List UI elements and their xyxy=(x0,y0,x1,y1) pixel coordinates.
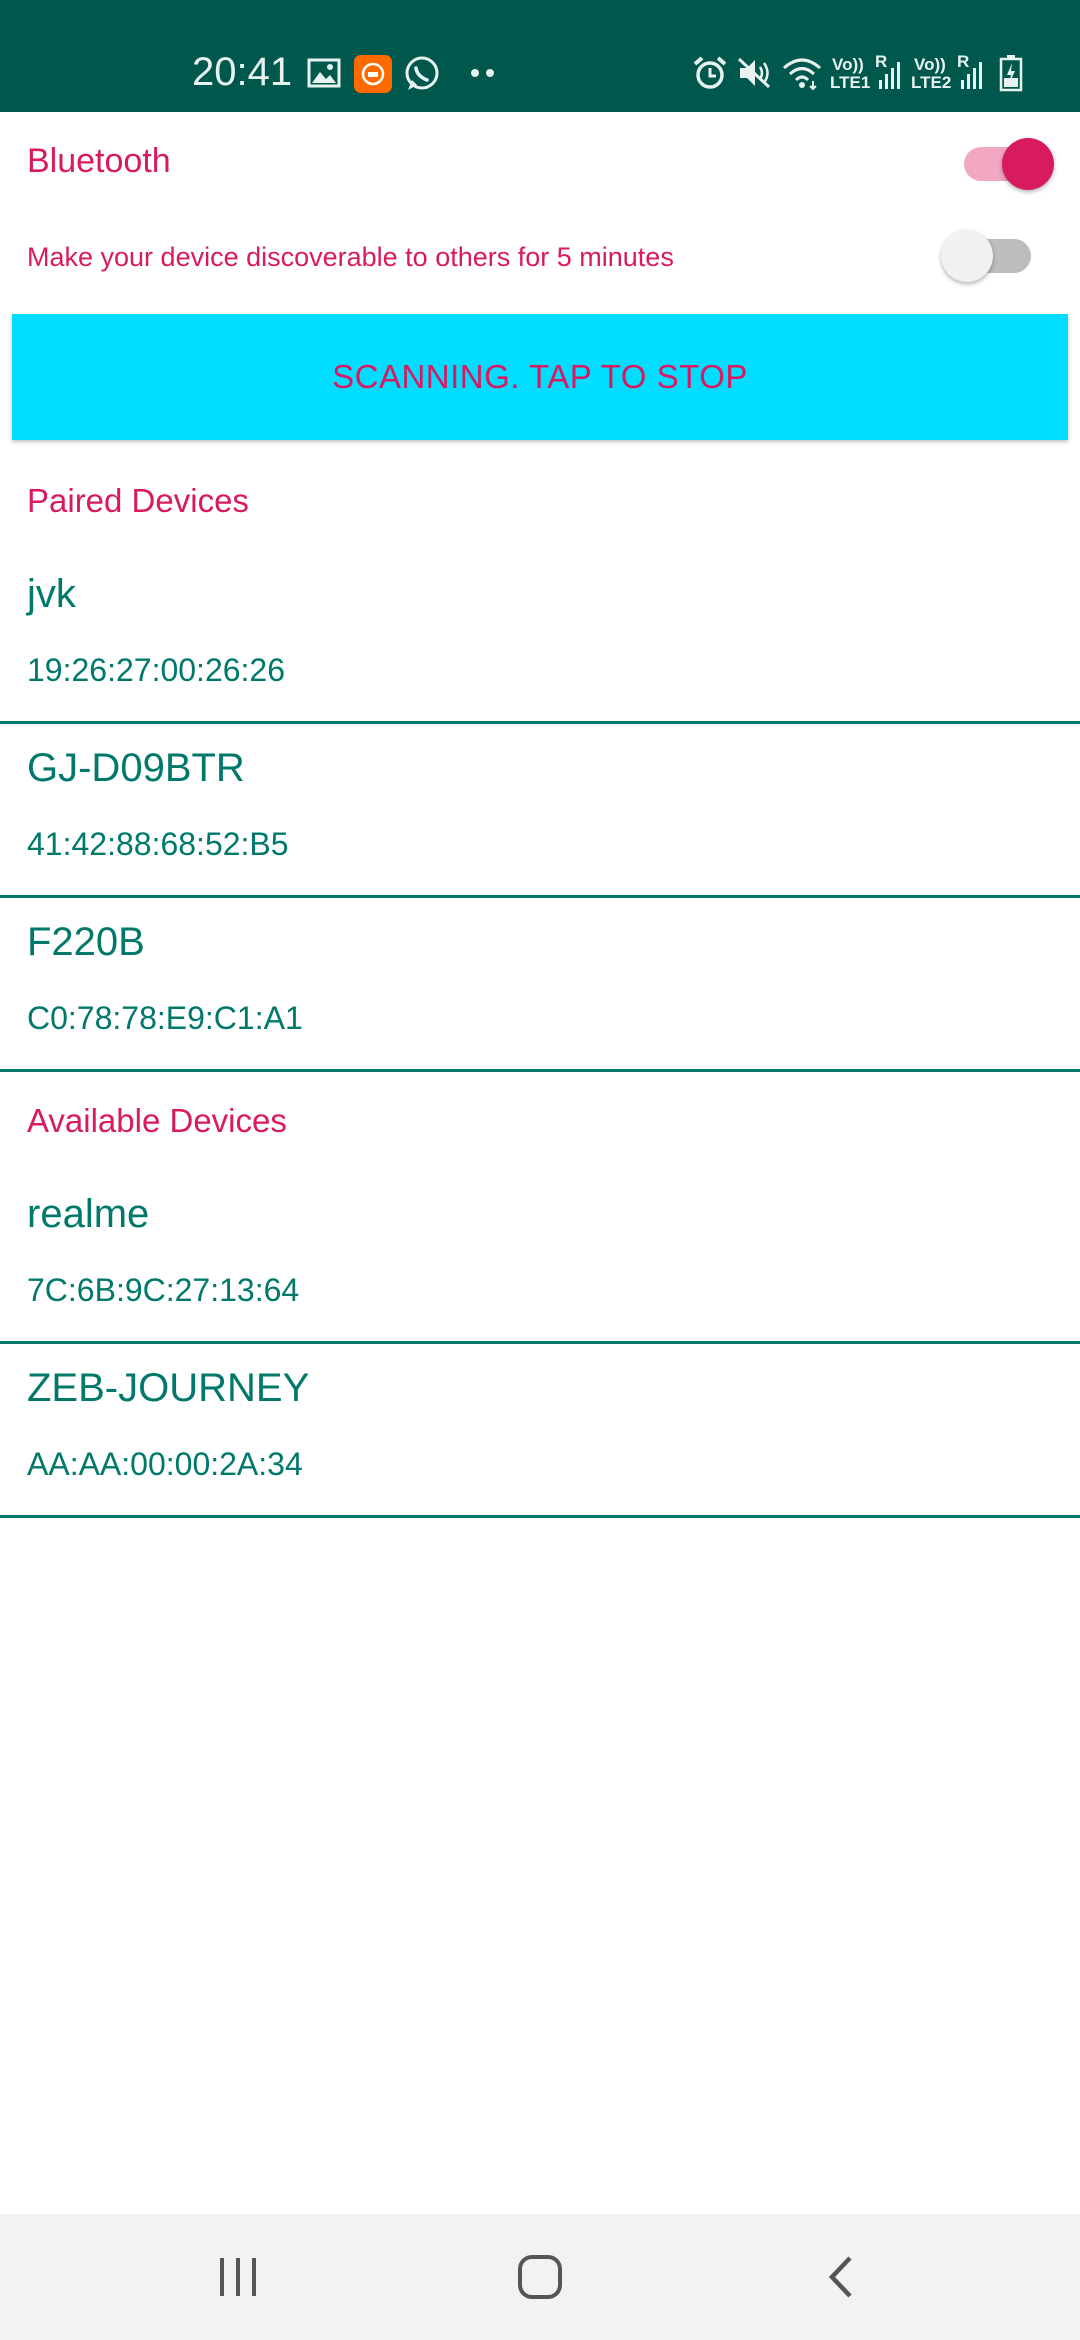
device-name: F220B xyxy=(27,920,145,964)
volte1-label: Vo)) xyxy=(832,55,864,74)
paired-device-item[interactable]: F220B C0:78:78:E9:C1:A1 xyxy=(0,898,1080,1072)
back-icon[interactable] xyxy=(812,2252,872,2302)
gallery-icon xyxy=(307,58,341,88)
device-address: C0:78:78:E9:C1:A1 xyxy=(27,1000,303,1036)
device-address: AA:AA:00:00:2A:34 xyxy=(27,1446,303,1482)
navigation-bar xyxy=(0,2214,1080,2340)
paired-devices-heading: Paired Devices xyxy=(27,482,249,519)
signal-icon xyxy=(879,62,900,89)
scan-button[interactable]: SCANNING. TAP TO STOP xyxy=(12,314,1068,440)
sim1-label: LTE1 xyxy=(830,73,871,92)
device-name: realme xyxy=(27,1192,150,1236)
status-time: 20:41 xyxy=(192,50,293,94)
status-bar: 20:41 Vo)) R LTE1 Vo)) R LTE2 xyxy=(0,0,1080,112)
available-device-item[interactable]: ZEB-JOURNEY AA:AA:00:00:2A:34 xyxy=(0,1344,1080,1518)
mute-icon xyxy=(737,57,771,89)
paired-device-item[interactable]: GJ-D09BTR 41:42:88:68:52:B5 xyxy=(0,724,1080,898)
battery-icon xyxy=(999,55,1023,92)
available-device-item[interactable]: realme 7C:6B:9C:27:13:64 xyxy=(0,1170,1080,1344)
scan-button-label: SCANNING. TAP TO STOP xyxy=(332,358,748,395)
sim2-label: LTE2 xyxy=(911,73,952,92)
recent-apps-icon[interactable] xyxy=(208,2252,268,2302)
device-name: GJ-D09BTR xyxy=(27,746,245,790)
toggle-knob xyxy=(941,230,993,282)
device-address: 19:26:27:00:26:26 xyxy=(27,652,286,688)
whatsapp-icon xyxy=(405,56,439,90)
device-address: 7C:6B:9C:27:13:64 xyxy=(27,1272,300,1308)
alarm-icon xyxy=(693,56,727,89)
device-name: ZEB-JOURNEY xyxy=(27,1366,310,1410)
discoverable-toggle[interactable] xyxy=(941,230,1031,282)
signal-icon xyxy=(961,62,982,89)
more-dots-icon xyxy=(471,69,494,77)
available-devices-heading: Available Devices xyxy=(27,1102,287,1139)
volte2-label: Vo)) xyxy=(914,55,946,74)
wifi-icon xyxy=(783,58,821,91)
device-address: 41:42:88:68:52:B5 xyxy=(27,826,289,862)
home-icon[interactable] xyxy=(510,2252,570,2302)
bluetooth-label: Bluetooth xyxy=(27,142,171,180)
toggle-knob xyxy=(1002,138,1054,190)
discoverable-label: Make your device discoverable to others … xyxy=(27,242,674,272)
mi-app-icon xyxy=(354,55,392,93)
paired-device-item[interactable]: jvk 19:26:27:00:26:26 xyxy=(0,550,1080,724)
device-name: jvk xyxy=(27,572,76,616)
bluetooth-toggle[interactable] xyxy=(964,138,1054,190)
